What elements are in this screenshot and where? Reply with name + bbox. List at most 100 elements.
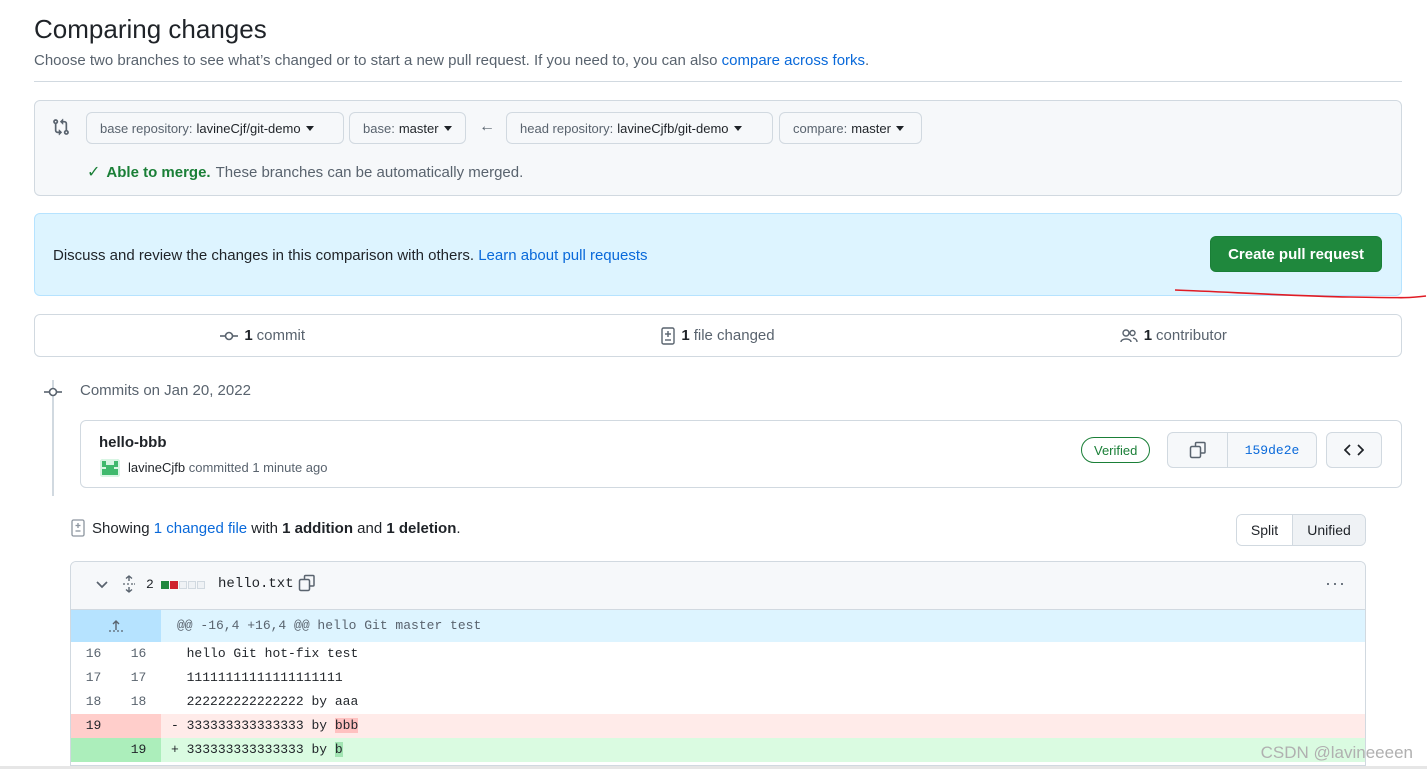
compare-across-forks-link[interactable]: compare across forks	[722, 52, 865, 69]
commits-label: commit	[256, 327, 305, 344]
hunk-text: @@ -16,4 +16,4 @@ hello Git master test	[177, 618, 482, 633]
verified-badge[interactable]: Verified	[1081, 437, 1151, 463]
base-repository-value: lavineCjf/git-demo	[196, 120, 301, 136]
subtitle-text: Choose two branches to see what’s change…	[34, 52, 718, 69]
watermark: CSDN @lavineeeen	[1260, 743, 1413, 762]
base-branch-value: master	[398, 120, 439, 136]
caret-down-icon	[305, 125, 314, 131]
showing-label: Showing	[92, 519, 150, 537]
git-compare-icon	[53, 118, 69, 136]
merge-status-label: Able to merge.	[106, 163, 211, 181]
base-repository-label: base repository:	[100, 120, 193, 136]
caret-down-icon	[443, 125, 452, 131]
commit-icon	[44, 387, 62, 397]
head-repository-select[interactable]: head repository: lavineCjfb/git-demo	[506, 112, 773, 144]
commits-count: 1	[244, 327, 253, 344]
unfold-icon[interactable]	[122, 575, 136, 593]
diff-line-code: - 333333333333333 by bbb	[161, 714, 1365, 738]
arrow-left-icon: ←	[479, 118, 495, 135]
base-branch-label: base:	[363, 120, 395, 136]
commit-sha-group: 159de2e	[1167, 432, 1317, 468]
diffstat-deletion-block	[170, 581, 178, 589]
divider	[34, 81, 1402, 82]
browse-code-button[interactable]	[1326, 432, 1382, 468]
diff-text: 333333333333333 by	[186, 742, 335, 757]
with-label: with	[251, 519, 278, 537]
commit-meta: lavineCjfb committed 1 minute ago	[128, 460, 327, 475]
fold-up-icon	[109, 620, 123, 632]
file-name-link[interactable]: hello.txt	[218, 576, 294, 592]
old-line-number[interactable]: 19	[71, 714, 116, 738]
diff-line-code: + 333333333333333 by b	[161, 738, 1365, 762]
diffstat-neutral-block	[188, 581, 196, 589]
commit-icon	[220, 331, 239, 340]
commit-time: 1 minute ago	[252, 460, 328, 475]
unified-view-button[interactable]: Unified	[1293, 515, 1365, 545]
diff-sign: +	[171, 742, 179, 757]
diffstat-addition-block	[161, 581, 169, 589]
commit-title[interactable]: hello-bbb	[99, 434, 167, 451]
diff-text: 11111111111111111111	[186, 670, 343, 685]
files-label: file changed	[693, 327, 775, 344]
new-line-number[interactable]: 16	[116, 642, 161, 666]
file-diff-icon	[71, 519, 85, 537]
merge-status-detail: These branches can be automatically merg…	[215, 163, 524, 181]
compare-summary: 1 commit 1 file changed 1 contributor	[34, 314, 1402, 357]
blankslate-message: Discuss and review the changes in this c…	[53, 247, 648, 264]
and-label: and	[357, 519, 383, 537]
file-diff: 2 hello.txt ··· @@ -16,4 +16,4 @@ hello …	[70, 561, 1366, 766]
old-line-number[interactable]: 17	[71, 666, 116, 690]
base-repository-select[interactable]: base repository: lavineCjf/git-demo	[86, 112, 344, 144]
expand-up-button[interactable]	[71, 610, 161, 642]
diffstat-neutral-block	[179, 581, 187, 589]
files-summary[interactable]: 1 file changed	[490, 315, 945, 356]
avatar[interactable]	[100, 459, 120, 477]
check-icon: ✓	[87, 164, 101, 181]
diff-word-highlight: b	[334, 742, 343, 757]
diff-text: hello Git hot-fix test	[186, 646, 359, 661]
diff-line: 16 16 hello Git hot-fix test	[71, 642, 1365, 666]
range-editor: base repository: lavineCjf/git-demo base:…	[34, 100, 1402, 196]
diffstat-count: 2	[146, 577, 154, 592]
compare-branch-select[interactable]: compare: master	[779, 112, 922, 144]
changed-files-link[interactable]: 1 changed file	[154, 520, 247, 537]
split-view-button[interactable]: Split	[1237, 515, 1293, 545]
page-subtitle: Choose two branches to see what’s change…	[34, 52, 869, 69]
commits-summary[interactable]: 1 commit	[35, 315, 490, 356]
diff-summary: Showing 1 changed file with 1 addition a…	[70, 519, 461, 537]
more-options-icon[interactable]: ···	[1325, 573, 1346, 594]
compare-branch-value: master	[851, 120, 891, 136]
commit-item: hello-bbb lavineCjfb committed 1 minute …	[80, 420, 1402, 488]
additions-count: 1 addition	[282, 519, 353, 537]
diff-line-addition: 19 + 333333333333333 by b	[71, 738, 1365, 762]
contributors-summary[interactable]: 1 contributor	[946, 315, 1401, 356]
diffstat-neutral-block	[197, 581, 205, 589]
old-line-number[interactable]: 16	[71, 642, 116, 666]
file-header: 2 hello.txt ···	[71, 562, 1365, 610]
old-line-number[interactable]	[71, 738, 116, 762]
deletions-count: 1 deletion	[386, 519, 457, 537]
diff-line-deletion: 19 - 333333333333333 by bbb	[71, 714, 1365, 738]
diff-line-code: hello Git hot-fix test	[161, 642, 1365, 666]
contributors-label: contributor	[1156, 327, 1227, 344]
commit-author[interactable]: lavineCjfb	[128, 460, 185, 475]
file-diff-icon	[661, 326, 676, 345]
copy-icon	[1189, 441, 1206, 459]
new-line-number[interactable]	[116, 714, 161, 738]
hunk-header: @@ -16,4 +16,4 @@ hello Git master test	[71, 610, 1365, 642]
copy-sha-button[interactable]	[1168, 433, 1228, 467]
commit-sha-link[interactable]: 159de2e	[1228, 433, 1316, 467]
create-pull-request-button[interactable]: Create pull request	[1210, 236, 1382, 272]
diff-text: 333333333333333 by	[186, 718, 335, 733]
new-line-number[interactable]: 19	[116, 738, 161, 762]
old-line-number[interactable]: 18	[71, 690, 116, 714]
diff-text: 222222222222222 by aaa	[186, 694, 359, 709]
copy-icon[interactable]	[298, 574, 316, 592]
base-branch-select[interactable]: base: master	[349, 112, 466, 144]
new-line-number[interactable]: 18	[116, 690, 161, 714]
new-line-number[interactable]: 17	[116, 666, 161, 690]
head-repository-value: lavineCjfb/git-demo	[617, 120, 729, 136]
chevron-down-icon[interactable]	[95, 578, 109, 592]
learn-pull-requests-link[interactable]: Learn about pull requests	[478, 247, 647, 264]
code-icon	[1344, 444, 1364, 456]
